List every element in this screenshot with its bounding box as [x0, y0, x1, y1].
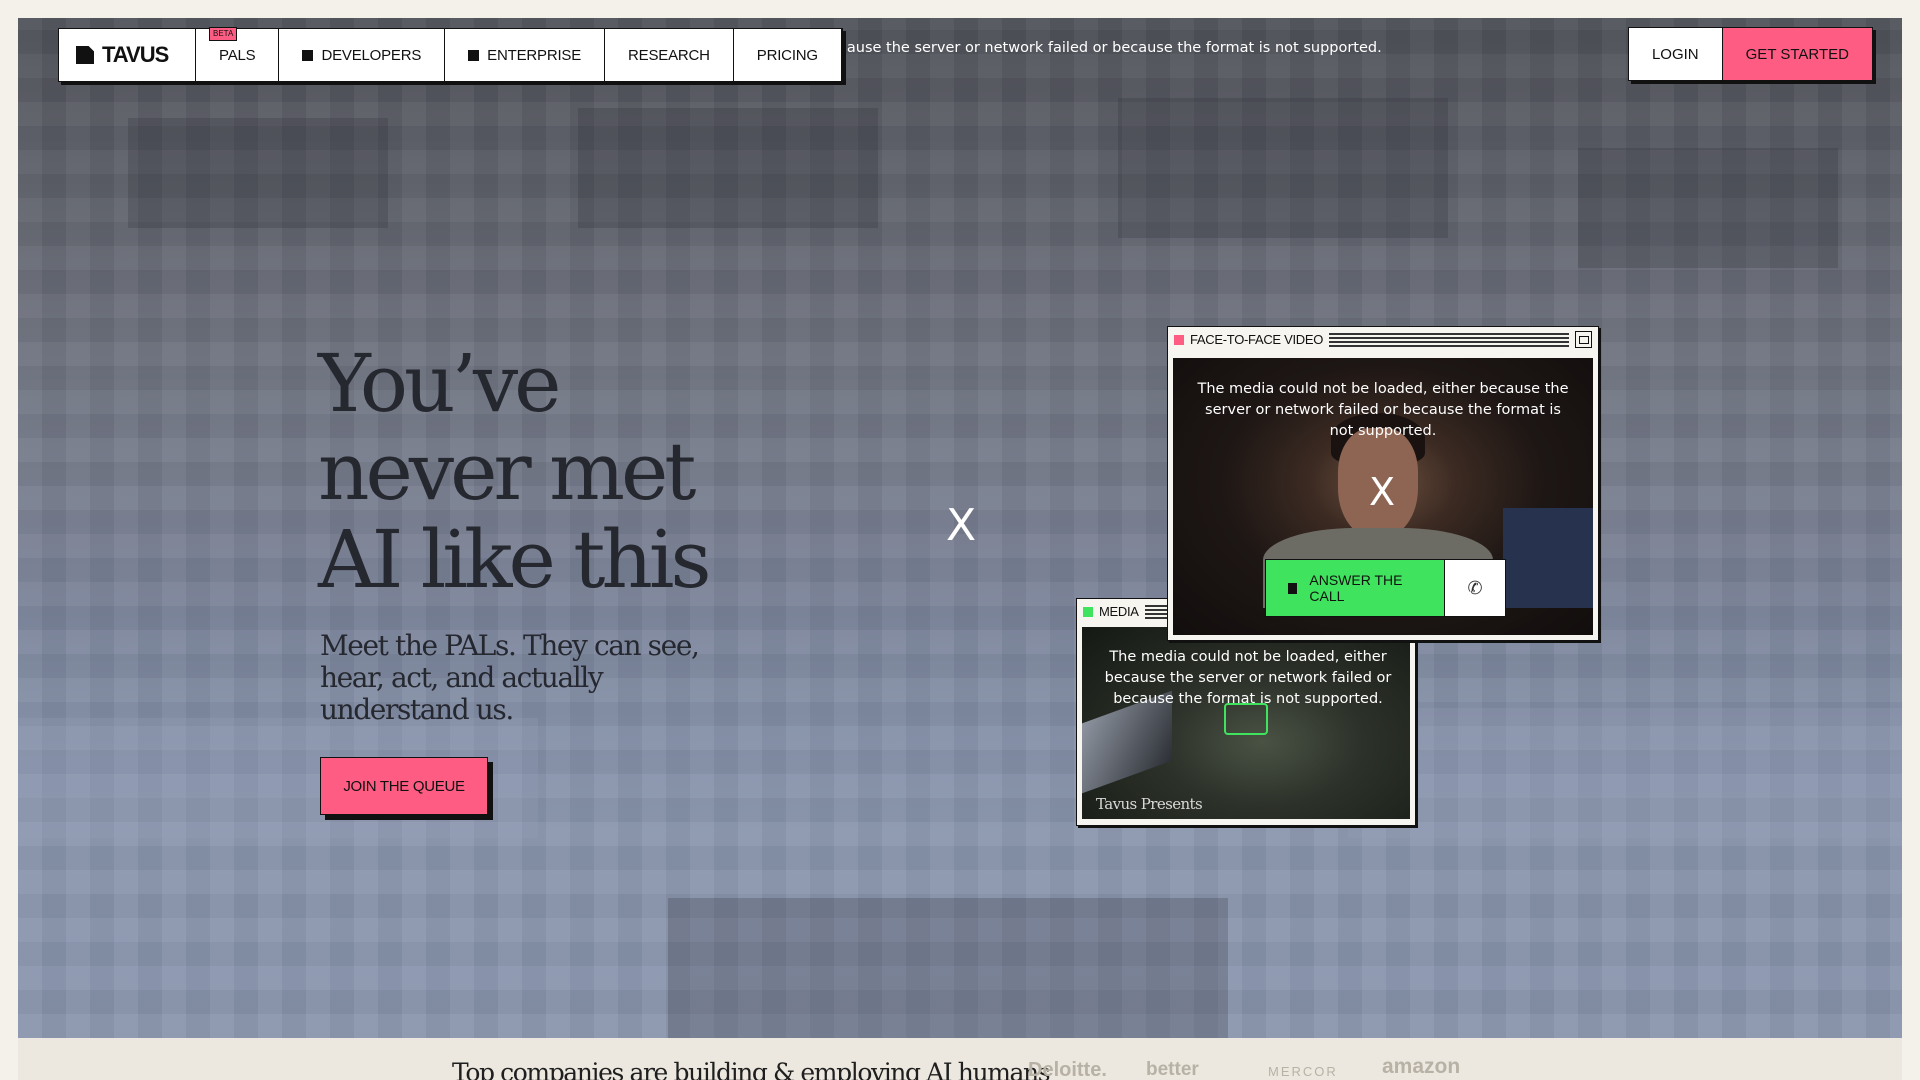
nav-item-label: PRICING [756, 46, 818, 64]
hero-subtitle: Meet the PALs. They can see, hear, act, … [320, 629, 700, 726]
bg-shape [128, 118, 388, 228]
square-icon [302, 49, 314, 61]
square-icon [1288, 582, 1298, 594]
nav-item-developers[interactable]: DEVELOPERS [279, 29, 446, 81]
tavus-presents-label: Tavus Presents [1096, 795, 1203, 813]
background-media-error: ecause the server or network failed or b… [830, 40, 1382, 56]
bg-shape [578, 108, 878, 228]
close-icon[interactable]: X [946, 500, 976, 551]
nav-item-label: ENTERPRISE [487, 46, 582, 64]
play-icon[interactable] [1224, 703, 1268, 735]
nav-item-research[interactable]: RESEARCH [605, 29, 734, 81]
bg-shape [1348, 708, 1902, 838]
logo-icon [76, 46, 94, 64]
maximize-icon[interactable] [1575, 331, 1592, 348]
media-window-title: MEDIA [1099, 604, 1139, 619]
square-icon [468, 49, 480, 61]
bg-shape [1118, 98, 1448, 238]
nav-item-label: PALS [219, 46, 256, 64]
hero-title: You’ve never met AI like this [318, 337, 712, 606]
answer-call-button[interactable]: ANSWER THE CALL [1266, 560, 1444, 616]
brand-logo-amazon: amazon [1382, 1055, 1461, 1078]
bg-shape [1578, 148, 1838, 268]
brand-logo-deloitte: Deloitte. [1028, 1059, 1107, 1080]
join-queue-button[interactable]: JOIN THE QUEUE [320, 757, 488, 815]
media-error-text: The media could not be loaded, either be… [1104, 649, 1392, 707]
green-square-icon [1083, 606, 1093, 617]
beta-badge: BETA [209, 27, 238, 41]
video-window-title: FACE-TO-FACE VIDEO [1190, 332, 1324, 347]
auth-buttons: LOGIN GET STARTED [1627, 27, 1873, 81]
brand-logo-mercor: MERCOR [1268, 1064, 1338, 1079]
drag-lines [1329, 332, 1569, 347]
login-button[interactable]: LOGIN [1628, 28, 1723, 80]
logo-strip: Top companies are building & employing A… [18, 1038, 1902, 1080]
logo-strip-heading: Top companies are building & employing A… [452, 1058, 1051, 1080]
tavus-logo[interactable]: TAVUS [59, 29, 196, 81]
video-player[interactable]: The media could not be loaded, either be… [1173, 358, 1593, 635]
brand-logo-better: better [1146, 1059, 1199, 1080]
answer-call-control: ANSWER THE CALL ✆ [1265, 559, 1506, 617]
nav-item-enterprise[interactable]: ENTERPRISE [445, 29, 606, 81]
video-window-titlebar[interactable]: FACE-TO-FACE VIDEO [1168, 327, 1598, 352]
pink-square-icon [1174, 334, 1184, 345]
nav-item-label: DEVELOPERS [321, 46, 422, 64]
nav-item-label: RESEARCH [628, 46, 710, 64]
face-to-face-video-window: FACE-TO-FACE VIDEO The media could not b… [1167, 326, 1599, 641]
media-player[interactable]: Tavus Presents The media could not be lo… [1082, 627, 1410, 819]
video-error-text: The media could not be loaded, either be… [1197, 381, 1569, 439]
nav-item-pricing[interactable]: PRICING [734, 29, 842, 81]
close-icon[interactable]: X [1369, 470, 1395, 514]
answer-call-label: ANSWER THE CALL [1309, 572, 1403, 604]
phone-icon[interactable]: ✆ [1444, 560, 1505, 616]
logo-text: TAVUS [102, 42, 169, 67]
get-started-button[interactable]: GET STARTED [1722, 28, 1872, 80]
main-nav: TAVUS PALS DEVELOPERS ENTERPRISE RESEARC… [58, 27, 843, 82]
bg-shape [668, 898, 1228, 1038]
